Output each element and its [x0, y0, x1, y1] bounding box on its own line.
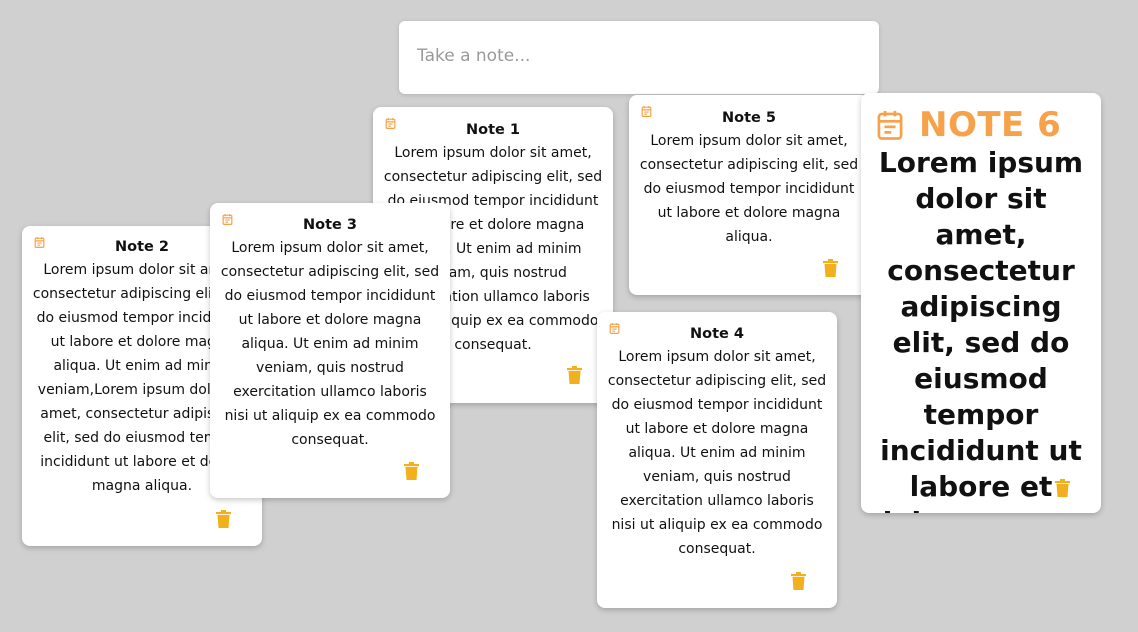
notepad-icon — [640, 105, 653, 118]
notepad-icon — [221, 213, 234, 226]
notepad-icon — [608, 322, 621, 335]
note-title: Note 5 — [722, 110, 776, 126]
trash-icon[interactable] — [791, 572, 806, 590]
note-header: NOTE 6 — [875, 105, 1061, 145]
note-card[interactable]: Note 5 Lorem ipsum dolor sit amet, conse… — [629, 95, 869, 295]
note-card[interactable]: Note 4 Lorem ipsum dolor sit amet, conse… — [597, 312, 837, 608]
note-title: Note 4 — [690, 326, 744, 342]
notepad-icon — [875, 109, 905, 141]
note-body: Lorem ipsum dolor sit amet, consectetur … — [220, 240, 440, 448]
trash-icon[interactable] — [216, 510, 231, 528]
note-composer[interactable] — [399, 21, 879, 94]
notepad-icon — [384, 117, 397, 130]
note-title: Note 1 — [466, 122, 520, 138]
note-card[interactable]: Note 3 Lorem ipsum dolor sit amet, conse… — [210, 203, 450, 498]
note-body: Lorem ipsum dolor sit amet, consectetur … — [872, 146, 1090, 513]
note-card-expanded[interactable]: NOTE 6 Lorem ipsum dolor sit amet, conse… — [861, 93, 1101, 513]
trash-icon[interactable] — [1055, 479, 1070, 497]
note-body: Lorem ipsum dolor sit amet, consectetur … — [607, 349, 827, 557]
trash-icon[interactable] — [404, 462, 419, 480]
note-body: Lorem ipsum dolor sit amet, consectetur … — [639, 133, 859, 245]
note-title: Note 3 — [303, 217, 357, 233]
trash-icon[interactable] — [567, 366, 582, 384]
note-title: NOTE 6 — [919, 105, 1062, 145]
trash-icon[interactable] — [823, 259, 838, 277]
notepad-icon — [33, 236, 46, 249]
take-note-input[interactable] — [417, 41, 857, 71]
